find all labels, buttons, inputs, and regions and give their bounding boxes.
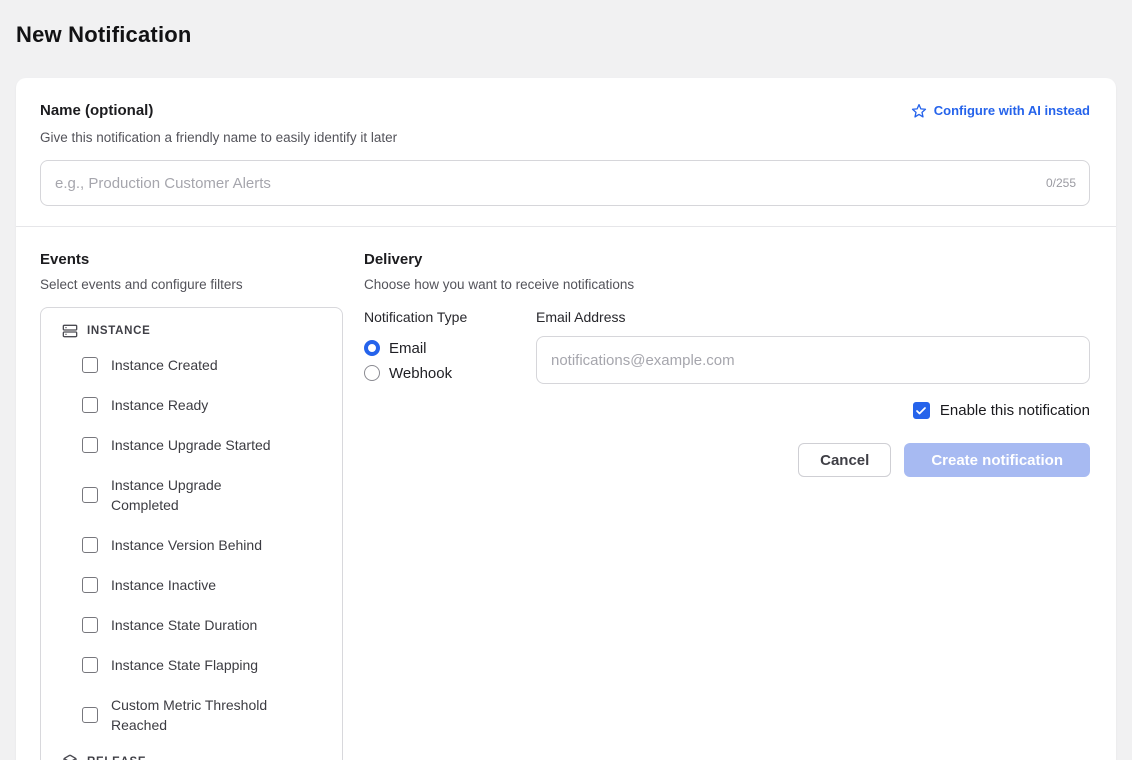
enable-notification-label: Enable this notification xyxy=(940,402,1090,419)
event-group-label: INSTANCE xyxy=(87,325,151,337)
checkbox-instance-upgrade-started[interactable] xyxy=(82,437,98,453)
configure-with-ai-link[interactable]: Configure with AI instead xyxy=(911,103,1090,119)
server-icon xyxy=(62,323,78,339)
event-item-instance-inactive[interactable]: Instance Inactive xyxy=(82,575,330,595)
checkbox-instance-upgrade-completed[interactable] xyxy=(82,487,98,503)
checkbox-instance-state-flapping[interactable] xyxy=(82,657,98,673)
events-column: Events Select events and configure filte… xyxy=(40,251,343,760)
name-section: Name (optional) Configure with AI instea… xyxy=(16,78,1116,226)
delivery-subtitle: Choose how you want to receive notificat… xyxy=(364,277,1090,292)
event-group-header-instance: INSTANCE xyxy=(53,323,330,339)
name-label: Name (optional) xyxy=(40,102,153,119)
checkbox-instance-inactive[interactable] xyxy=(82,577,98,593)
radio-option-webhook[interactable]: Webhook xyxy=(364,363,536,383)
event-item-instance-created[interactable]: Instance Created xyxy=(82,355,330,375)
checkbox-instance-ready[interactable] xyxy=(82,397,98,413)
checkbox-instance-state-duration[interactable] xyxy=(82,617,98,633)
form-body: Events Select events and configure filte… xyxy=(16,227,1116,760)
events-subtitle: Select events and configure filters xyxy=(40,277,343,292)
event-item-instance-state-flapping[interactable]: Instance State Flapping xyxy=(82,655,330,675)
page-title: New Notification xyxy=(16,22,1116,48)
char-counter: 0/255 xyxy=(1046,176,1076,190)
radio-email[interactable] xyxy=(364,340,380,356)
notification-form-card: Name (optional) Configure with AI instea… xyxy=(16,78,1116,760)
radio-option-email[interactable]: Email xyxy=(364,338,536,358)
event-group-label: RELEASE xyxy=(87,756,146,760)
event-item-custom-metric-threshold[interactable]: Custom Metric Threshold Reached xyxy=(82,695,330,735)
checkbox-instance-created[interactable] xyxy=(82,357,98,373)
create-notification-button[interactable]: Create notification xyxy=(904,443,1090,477)
star-icon xyxy=(911,103,927,119)
new-notification-page: New Notification Name (optional) Configu… xyxy=(0,0,1132,760)
event-item-instance-upgrade-completed[interactable]: Instance Upgrade Completed xyxy=(82,475,330,515)
form-actions: Cancel Create notification xyxy=(364,443,1090,477)
radio-webhook[interactable] xyxy=(364,365,380,381)
event-item-instance-state-duration[interactable]: Instance State Duration xyxy=(82,615,330,635)
delivery-column: Delivery Choose how you want to receive … xyxy=(364,251,1090,477)
event-item-instance-ready[interactable]: Instance Ready xyxy=(82,395,330,415)
notification-type-label: Notification Type xyxy=(364,309,536,325)
configure-with-ai-label: Configure with AI instead xyxy=(934,103,1090,118)
package-icon xyxy=(62,754,78,760)
checkbox-instance-version-behind[interactable] xyxy=(82,537,98,553)
events-list-box: INSTANCE Instance Created Instance Ready xyxy=(40,307,343,760)
delivery-form: Notification Type Email Webhook xyxy=(364,309,1090,384)
enable-notification-checkbox[interactable] xyxy=(913,402,930,419)
cancel-button[interactable]: Cancel xyxy=(798,443,891,477)
email-address-label: Email Address xyxy=(536,309,1090,325)
notification-type-block: Notification Type Email Webhook xyxy=(364,309,536,383)
instance-event-list: Instance Created Instance Ready Instance… xyxy=(53,355,330,735)
notification-type-radio-group: Email Webhook xyxy=(364,338,536,383)
delivery-title: Delivery xyxy=(364,251,1090,268)
event-group-header-release: RELEASE xyxy=(53,754,330,760)
enable-notification-toggle[interactable]: Enable this notification xyxy=(364,402,1090,419)
email-address-input[interactable] xyxy=(536,336,1090,384)
name-description: Give this notification a friendly name t… xyxy=(40,130,1090,145)
event-item-instance-version-behind[interactable]: Instance Version Behind xyxy=(82,535,330,555)
email-address-block: Email Address xyxy=(536,309,1090,384)
name-input[interactable] xyxy=(40,160,1090,206)
name-input-wrapper: 0/255 xyxy=(40,160,1090,206)
checkbox-custom-metric-threshold[interactable] xyxy=(82,707,98,723)
events-title: Events xyxy=(40,251,343,268)
event-item-instance-upgrade-started[interactable]: Instance Upgrade Started xyxy=(82,435,330,455)
